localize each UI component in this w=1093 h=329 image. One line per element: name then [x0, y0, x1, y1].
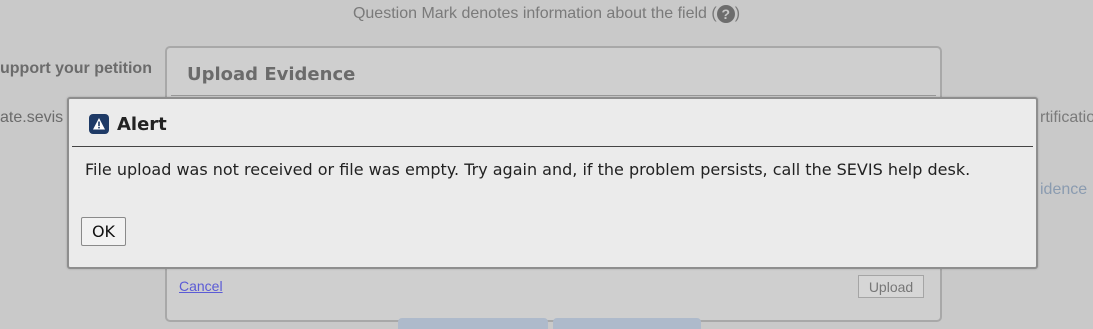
alert-divider — [72, 146, 1033, 147]
upload-dialog-title: Upload Evidence — [187, 64, 356, 85]
background-left-text: ate.sevis — [0, 109, 64, 126]
alert-warning-icon — [89, 114, 109, 134]
background-tab — [553, 318, 701, 329]
background-right-text: rtificatio — [1040, 109, 1093, 126]
help-hint-close: ) — [734, 5, 741, 22]
cancel-link[interactable]: Cancel — [179, 278, 223, 294]
background-right-link: idence — [1040, 181, 1088, 198]
upload-button[interactable]: Upload — [858, 275, 924, 298]
help-hint-text: Question Mark denotes information about … — [0, 5, 1093, 23]
alert-message: File upload was not received or file was… — [85, 160, 971, 179]
background-tab — [398, 318, 548, 329]
help-hint-label: Question Mark denotes information about … — [352, 5, 717, 22]
petition-section-heading: upport your petition — [0, 60, 152, 77]
question-mark-icon[interactable]: ? — [716, 5, 735, 23]
alert-dialog: Alert File upload was not received or fi… — [67, 97, 1038, 269]
alert-header: Alert — [89, 113, 167, 135]
warning-triangle-icon — [93, 118, 105, 130]
alert-title: Alert — [117, 113, 167, 135]
ok-button[interactable]: OK — [81, 217, 126, 246]
upload-dialog-divider — [171, 95, 936, 96]
